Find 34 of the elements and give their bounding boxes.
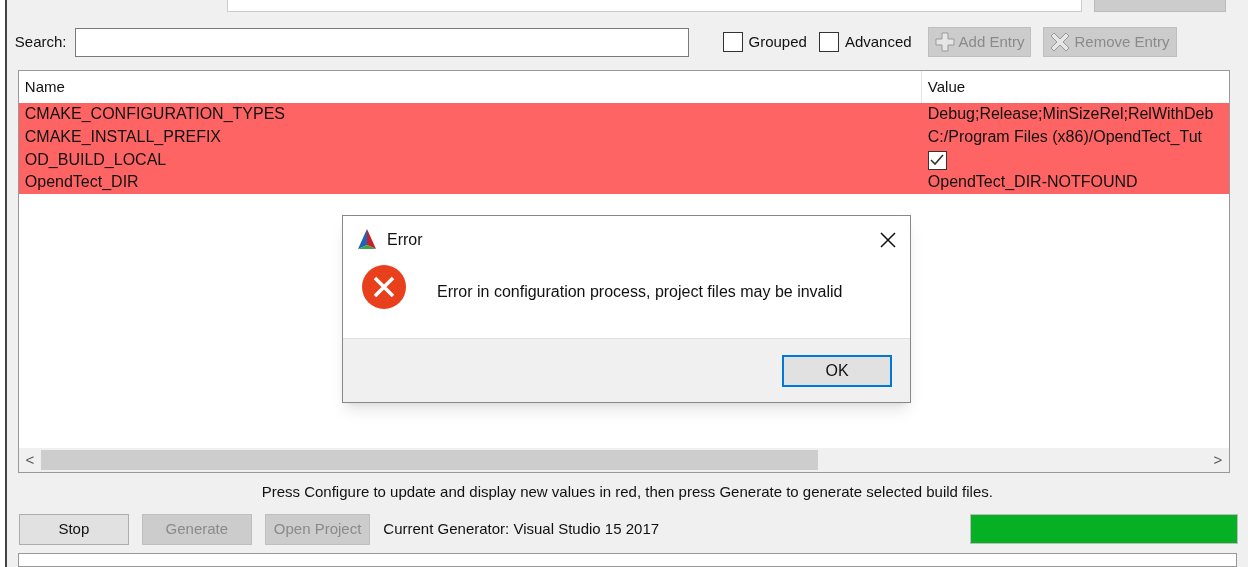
triangle-logo-icon	[355, 228, 379, 252]
error-message: Error in configuration process, project files may be invalid	[437, 282, 843, 302]
hint-text: Press Configure to update and display new values in red, then press Generate to generate selected build files.	[261, 481, 993, 502]
scroll-right-arrow[interactable]: >	[1206, 448, 1229, 472]
cache-row[interactable]: OD_BUILD_LOCAL	[18, 148, 1229, 172]
error-icon	[361, 264, 407, 310]
entry-value: C:/Program Files (x86)/OpendTect_Tut	[927, 128, 1202, 146]
entry-name: OpendTect_DIR	[23, 172, 140, 193]
entry-name: CMAKE_INSTALL_PREFIX	[23, 127, 223, 148]
option-checkbox[interactable]: Grouped	[722, 30, 807, 54]
entry-value: Debug;Release;MinSizeRel;RelWithDeb	[927, 105, 1214, 123]
entry-name: CMAKE_CONFIGURATION_TYPES	[23, 104, 286, 125]
dialog-title: Error	[387, 230, 423, 250]
search-label: Search:	[14, 31, 67, 52]
ok-button[interactable]: OK	[782, 354, 892, 387]
search-field[interactable]	[74, 27, 689, 57]
checkmark-icon	[930, 154, 945, 167]
scroll-left-arrow[interactable]: <	[18, 448, 41, 472]
entry-value: OpendTect_DIR-NOTFOUND	[927, 173, 1138, 191]
cache-row[interactable]: CMAKE_CONFIGURATION_TYPES Debug;Release;MinSizeRel;RelWithDeb	[18, 103, 1229, 126]
action-button[interactable]: Stop	[18, 513, 129, 545]
output-path-field[interactable]	[226, 0, 1082, 12]
value-checkbox[interactable]	[927, 151, 947, 170]
column-header[interactable]: Value	[921, 71, 1229, 103]
scrollbar-thumb[interactable]	[40, 450, 818, 470]
horizontal-scrollbar[interactable]: < >	[18, 448, 1229, 472]
option-checkbox[interactable]: Advanced	[818, 30, 912, 54]
cross-icon	[1050, 32, 1071, 52]
plus-icon	[934, 32, 955, 52]
cache-row[interactable]: OpendTect_DIR OpendTect_DIR-NOTFOUND	[18, 171, 1229, 194]
entry-name: OD_BUILD_LOCAL	[23, 149, 168, 170]
close-icon[interactable]	[880, 232, 896, 248]
generator-label: Current Generator: Visual Studio 15 2017	[383, 518, 660, 539]
cache-row[interactable]: CMAKE_INSTALL_PREFIX C:/Program Files (x86)/OpendTect_Tut	[18, 125, 1229, 149]
